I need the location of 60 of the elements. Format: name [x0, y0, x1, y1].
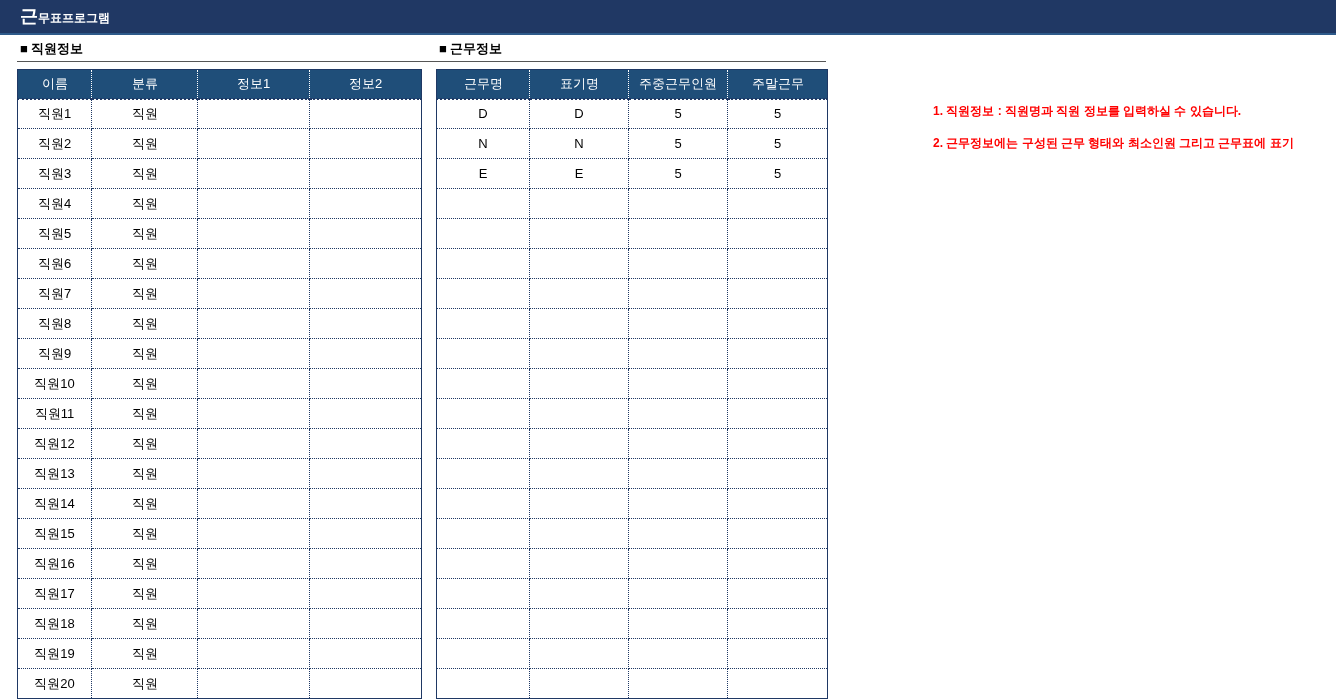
table-cell: 직원	[91, 278, 198, 309]
table-cell: 직원	[91, 338, 198, 369]
table-cell: 직원8	[17, 308, 92, 339]
column-header: 이름	[17, 69, 92, 99]
table-cell: 직원19	[17, 638, 92, 669]
instruction-note: 1. 직원정보 : 직원명과 직원 정보를 입력하실 수 있습니다.	[933, 103, 1242, 120]
table-cell: 직원	[91, 488, 198, 519]
table-cell: 직원13	[17, 458, 92, 489]
table-cell: 직원11	[17, 398, 92, 429]
table-cell: 직원	[91, 218, 198, 249]
table-cell: 직원	[91, 578, 198, 609]
table-cell: 직원17	[17, 578, 92, 609]
table-cell: 직원	[91, 368, 198, 399]
table-cell: 직원18	[17, 608, 92, 639]
table-cell: 직원14	[17, 488, 92, 519]
table-cell: 직원	[91, 248, 198, 279]
table-cell: 직원	[91, 638, 198, 669]
table-cell: 직원4	[17, 188, 92, 219]
column-header: 주중근무인원	[628, 69, 728, 99]
table-cell: 직원	[91, 308, 198, 339]
section-title: ■ 근무정보	[439, 41, 503, 56]
table-cell: 직원7	[17, 278, 92, 309]
table-cell: 직원10	[17, 368, 92, 399]
table-cell: 직원6	[17, 248, 92, 279]
section-title: ■ 직원정보	[20, 41, 84, 56]
table-cell: 직원16	[17, 548, 92, 579]
table-cell: 직원	[91, 458, 198, 489]
instruction-note: 2. 근무정보에는 구성된 근무 형태와 최소인원 그리고 근무표에 표기	[933, 135, 1294, 152]
table-cell: 5	[628, 158, 728, 189]
table-cell: 직원	[91, 428, 198, 459]
column-header: 표기명	[529, 69, 629, 99]
table-cell: 직원	[91, 158, 198, 189]
table-cell: 직원5	[17, 218, 92, 249]
column-header: 정보2	[309, 69, 422, 99]
table-cell: 직원2	[17, 128, 92, 159]
table-cell: N	[436, 128, 530, 159]
table-cell: 5	[628, 98, 728, 129]
table-cell: E	[529, 158, 629, 189]
table-cell: D	[529, 98, 629, 129]
table-cell: D	[436, 98, 530, 129]
table-cell: 직원9	[17, 338, 92, 369]
column-header: 분류	[91, 69, 198, 99]
table-cell: 직원	[91, 98, 198, 129]
column-header: 정보1	[197, 69, 310, 99]
table-cell: 직원	[91, 608, 198, 639]
column-header: 근무명	[436, 69, 530, 99]
table-cell: 직원12	[17, 428, 92, 459]
table-cell: 직원	[91, 518, 198, 549]
table-cell: 직원	[91, 128, 198, 159]
table-cell: 5	[628, 128, 728, 159]
table-cell: 직원3	[17, 158, 92, 189]
table-cell: 직원15	[17, 518, 92, 549]
table-cell: 직원	[91, 188, 198, 219]
app-title: 근무표프로그램	[20, 5, 110, 28]
table-cell: 직원	[91, 398, 198, 429]
column-header: 주말근무	[727, 69, 828, 99]
table-cell: 직원1	[17, 98, 92, 129]
table-cell: N	[529, 128, 629, 159]
table-cell: 직원	[91, 548, 198, 579]
table-cell: E	[436, 158, 530, 189]
